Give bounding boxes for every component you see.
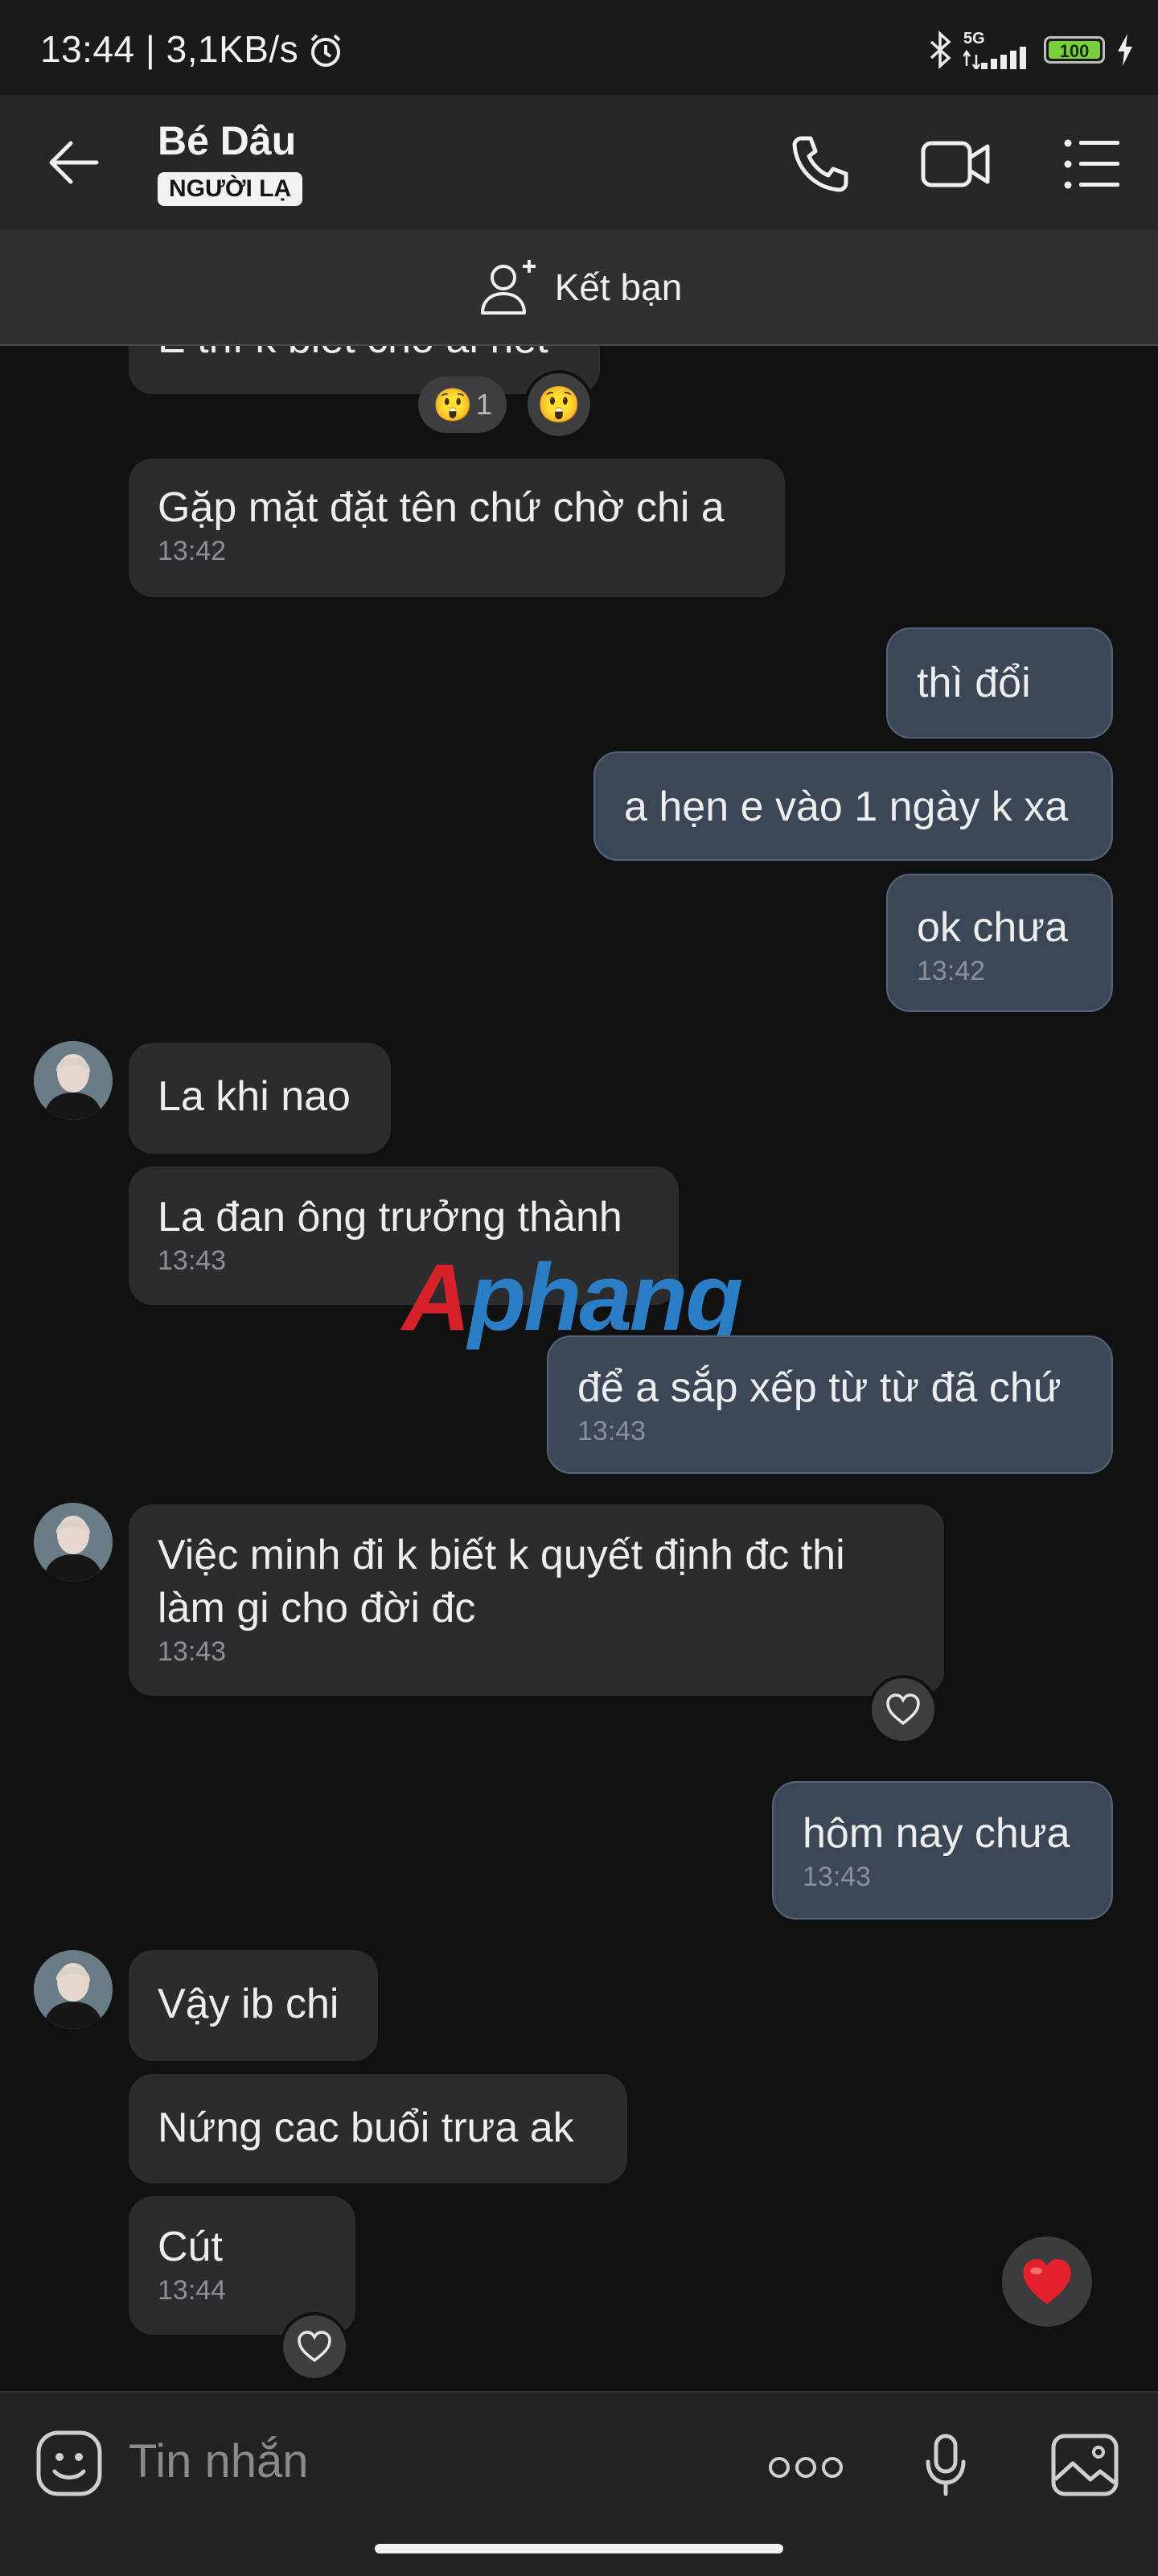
sticker-icon[interactable] bbox=[34, 2428, 105, 2499]
quick-heart-button[interactable] bbox=[1002, 2237, 1092, 2327]
image-icon[interactable] bbox=[1050, 2433, 1119, 2497]
message-bubble[interactable]: thì đổi bbox=[886, 628, 1113, 739]
message-bubble[interactable]: Nứng cac buổi trưa ak bbox=[129, 2074, 627, 2183]
message-bubble[interactable]: a hẹn e vào 1 ngày k xa bbox=[593, 751, 1113, 861]
reaction-button[interactable]: 😲 bbox=[524, 370, 593, 439]
status-bar: 13:44 | 3,1KB/s 5G 100 bbox=[0, 0, 1158, 95]
network-type: 5G bbox=[963, 30, 985, 47]
message-time: 13:43 bbox=[803, 1862, 872, 1892]
video-icon[interactable] bbox=[920, 134, 991, 195]
stranger-badge: NGƯỜI LẠ bbox=[158, 172, 303, 206]
avatar-image bbox=[34, 1950, 113, 2029]
back-icon[interactable] bbox=[45, 137, 101, 188]
battery-icon: 100 bbox=[1044, 36, 1105, 64]
message-time: 13:42 bbox=[158, 536, 227, 566]
message-bubble[interactable]: Gặp mặt đặt tên chứ chờ chi a 13:42 bbox=[129, 459, 785, 597]
message-input[interactable]: Tin nhắn bbox=[129, 2434, 309, 2488]
signal-icon bbox=[963, 47, 1026, 69]
like-button[interactable] bbox=[868, 1675, 938, 1744]
like-button[interactable] bbox=[280, 2312, 349, 2381]
message-time: 13:44 bbox=[158, 2275, 227, 2306]
avatar-image bbox=[34, 1503, 113, 1582]
message-text: Vậy ib chi bbox=[158, 1981, 339, 2027]
add-friend-label: Kết bạn bbox=[554, 266, 683, 308]
status-time: 13:44 | 3,1KB/s bbox=[40, 28, 299, 70]
mic-icon[interactable] bbox=[923, 2433, 968, 2497]
more-icon[interactable] bbox=[767, 2455, 844, 2479]
home-indicator[interactable] bbox=[375, 2544, 783, 2553]
message-bubble[interactable]: Vậy ib chi bbox=[129, 1950, 378, 2061]
add-friend-bar-overlay: Kết bạn bbox=[0, 230, 1158, 346]
phone-icon[interactable] bbox=[790, 134, 851, 195]
message-text: La đan ông trưởng thành bbox=[158, 1194, 622, 1241]
message-bubble[interactable]: để a sắp xếp từ từ đã chứ 13:43 bbox=[547, 1335, 1113, 1474]
battery-level: 100 bbox=[1059, 41, 1090, 61]
heart-icon bbox=[886, 1693, 920, 1726]
message-text: Việc minh đi k biết k quyết định đc thi … bbox=[158, 1532, 845, 1632]
heart-icon bbox=[1023, 2258, 1071, 2305]
message-text: Nứng cac buổi trưa ak bbox=[158, 2105, 574, 2151]
heart-icon bbox=[298, 2331, 331, 2363]
message-text: La khi nao bbox=[158, 1073, 351, 1120]
message-bubble[interactable]: hôm nay chưa 13:43 bbox=[772, 1781, 1113, 1920]
message-text: hôm nay chưa bbox=[803, 1810, 1070, 1857]
add-user-icon bbox=[480, 260, 536, 315]
message-text: thì đổi bbox=[917, 660, 1031, 706]
shocked-emoji-icon: 😲 bbox=[536, 385, 581, 425]
message-text: a hẹn e vào 1 ngày k xa bbox=[624, 784, 1069, 830]
message-bubble[interactable]: ok chưa 13:42 bbox=[886, 874, 1113, 1012]
charging-icon bbox=[1118, 34, 1132, 66]
menu-icon[interactable] bbox=[1062, 134, 1123, 195]
contact-name[interactable]: Bé Dâu bbox=[158, 117, 296, 164]
message-text: Gặp mặt đặt tên chứ chờ chi a bbox=[158, 484, 725, 531]
reaction-count: 1 bbox=[475, 388, 492, 421]
message-time: 13:43 bbox=[577, 1416, 647, 1446]
avatar[interactable] bbox=[34, 1041, 113, 1120]
avatar-image bbox=[34, 1041, 113, 1120]
bluetooth-icon bbox=[930, 31, 951, 69]
message-text: ok chưa bbox=[917, 904, 1069, 951]
avatar[interactable] bbox=[34, 1950, 113, 2029]
avatar[interactable] bbox=[34, 1503, 113, 1582]
message-text: để a sắp xếp từ từ đã chứ bbox=[577, 1364, 1062, 1411]
alarm-icon bbox=[310, 34, 341, 67]
message-bubble[interactable]: Việc minh đi k biết k quyết định đc thi … bbox=[129, 1504, 944, 1696]
message-time: 13:42 bbox=[917, 956, 986, 986]
message-text: Cút bbox=[158, 2224, 223, 2270]
chat-header: Bé Dâu NGƯỜI LẠ bbox=[0, 95, 1158, 230]
message-bubble[interactable]: La khi nao bbox=[129, 1043, 391, 1154]
message-time: 13:43 bbox=[158, 1636, 227, 1667]
reaction-count-pill[interactable]: 😲 1 bbox=[418, 377, 507, 433]
shocked-emoji-icon: 😲 bbox=[433, 387, 473, 423]
